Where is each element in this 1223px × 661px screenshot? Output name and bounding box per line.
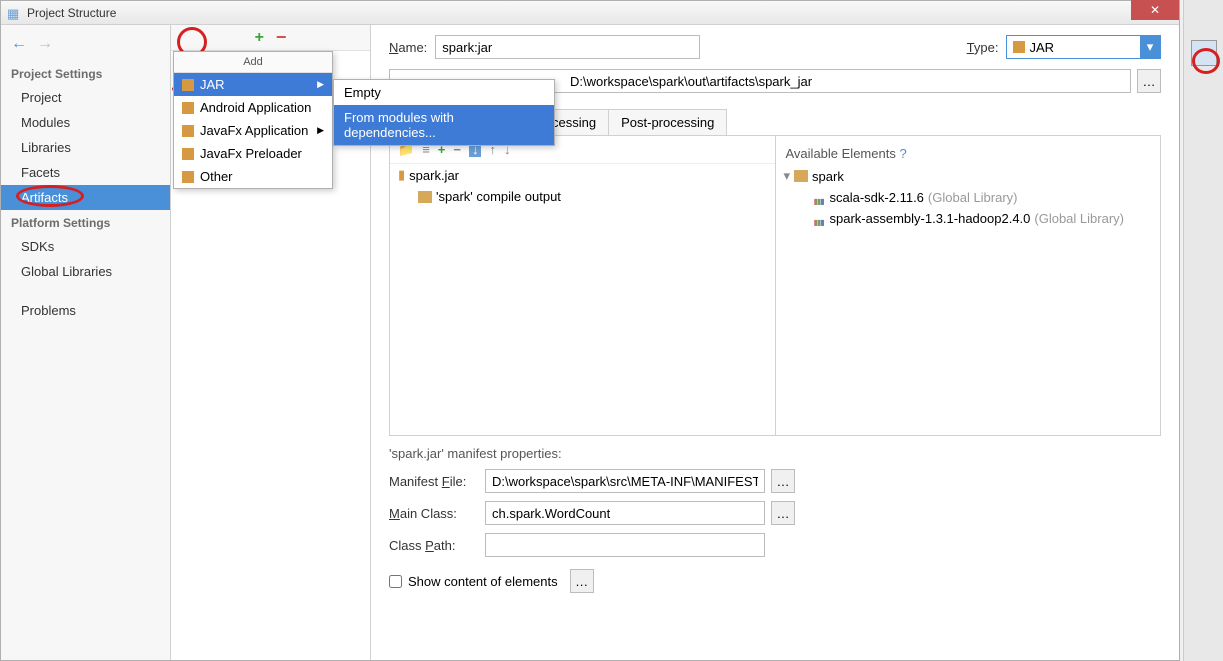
add-menu-header: Add — [174, 52, 332, 73]
lib-item[interactable]: spark-assembly-1.3.1-hadoop2.4.0 — [830, 211, 1031, 226]
browse-manifest-button[interactable]: … — [771, 469, 795, 493]
right-tool-strip — [1183, 0, 1223, 661]
type-combo[interactable]: JAR ▾ — [1006, 35, 1161, 59]
main-class-input[interactable] — [485, 501, 765, 525]
help-icon[interactable]: ? — [899, 146, 906, 161]
add-menu-item-other[interactable]: Other — [174, 165, 332, 188]
module-icon — [182, 102, 194, 114]
name-label: Name: — [389, 40, 427, 55]
classpath-input[interactable] — [485, 533, 765, 557]
lib-item[interactable]: scala-sdk-2.11.6 — [830, 190, 924, 205]
sidebar-item-global-libraries[interactable]: Global Libraries — [1, 259, 170, 284]
sidebar: ← → Project Settings Project Modules Lib… — [1, 25, 171, 660]
titlebar: ▦ Project Structure ✕ — [1, 1, 1179, 25]
grid-tool-icon[interactable] — [1191, 40, 1217, 66]
back-arrow-icon[interactable]: ← — [11, 35, 27, 53]
available-header: Available Elements — [786, 146, 896, 161]
project-structure-window: ▦ Project Structure ✕ ← → Project Settin… — [0, 0, 1180, 661]
remove-artifact-button[interactable]: − — [276, 27, 287, 48]
available-elements: Available Elements ? ▾ spark scala-sdk-2… — [776, 136, 1161, 435]
show-content-settings-button[interactable]: … — [570, 569, 594, 593]
submenu-item-empty[interactable]: Empty — [334, 80, 554, 105]
add-menu-item-javafx-preloader[interactable]: JavaFx Preloader — [174, 142, 332, 165]
add-menu-item-android[interactable]: Android Application — [174, 96, 332, 119]
tab-post-processing[interactable]: Post-processing — [608, 109, 727, 135]
sidebar-item-modules[interactable]: Modules — [1, 110, 170, 135]
add-menu-item-javafx-app[interactable]: JavaFx Application ▶ — [174, 119, 332, 142]
submenu-arrow-icon: ▶ — [317, 125, 324, 136]
jar-icon: ▮ — [398, 167, 405, 183]
window-title: Project Structure — [27, 6, 1173, 20]
classpath-label: Class Path: — [389, 538, 479, 553]
lib-scope: (Global Library) — [1034, 211, 1124, 226]
sidebar-item-facets[interactable]: Facets — [1, 160, 170, 185]
show-content-checkbox[interactable] — [389, 575, 402, 588]
browse-output-button[interactable]: … — [1137, 69, 1161, 93]
sidebar-item-artifacts[interactable]: Artifacts — [1, 185, 170, 210]
close-button[interactable]: ✕ — [1131, 0, 1179, 20]
library-icon — [814, 192, 826, 204]
module-output-icon — [418, 191, 432, 203]
module-icon — [182, 125, 194, 137]
main-class-label: Main Class: — [389, 506, 479, 521]
available-root[interactable]: spark — [812, 169, 844, 184]
jar-type-icon — [1013, 41, 1025, 53]
sidebar-item-libraries[interactable]: Libraries — [1, 135, 170, 160]
module-icon — [794, 170, 808, 182]
sidebar-item-problems[interactable]: Problems — [1, 298, 170, 323]
submenu-item-from-modules[interactable]: From modules with dependencies... — [334, 105, 554, 145]
section-project-settings: Project Settings — [1, 61, 170, 85]
library-icon — [814, 213, 826, 225]
add-artifact-menu: Add JAR ▶ Android Application JavaFx App… — [173, 51, 333, 189]
jar-submenu: Empty From modules with dependencies... — [333, 79, 555, 146]
add-artifact-button[interactable]: + — [255, 29, 264, 47]
submenu-arrow-icon: ▶ — [317, 79, 324, 90]
sidebar-item-sdks[interactable]: SDKs — [1, 234, 170, 259]
output-layout-tree: 📁 ≡ + − ↓ ↑ ↓ ▮ spark.jar 'spark' — [390, 136, 776, 435]
manifest-file-input[interactable] — [485, 469, 765, 493]
manifest-file-label: Manifest File: — [389, 474, 479, 489]
layout-root[interactable]: spark.jar — [409, 168, 459, 183]
app-icon: ▦ — [7, 6, 21, 20]
lib-scope: (Global Library) — [928, 190, 1018, 205]
forward-arrow-icon[interactable]: → — [37, 35, 53, 53]
module-icon — [182, 171, 194, 183]
module-icon — [182, 148, 194, 160]
expand-arrow-icon[interactable]: ▾ — [784, 168, 791, 184]
type-label: Type: — [967, 40, 999, 55]
show-content-label: Show content of elements — [408, 574, 558, 589]
layout-child[interactable]: 'spark' compile output — [436, 189, 561, 204]
jar-menu-icon — [182, 79, 194, 91]
name-input[interactable] — [435, 35, 700, 59]
type-value: JAR — [1029, 40, 1054, 55]
type-dropdown-arrow-icon[interactable]: ▾ — [1140, 36, 1160, 58]
section-platform-settings: Platform Settings — [1, 210, 170, 234]
sidebar-item-project[interactable]: Project — [1, 85, 170, 110]
browse-main-class-button[interactable]: … — [771, 501, 795, 525]
manifest-header: 'spark.jar' manifest properties: — [389, 446, 1161, 461]
add-menu-item-jar[interactable]: JAR ▶ — [174, 73, 332, 96]
